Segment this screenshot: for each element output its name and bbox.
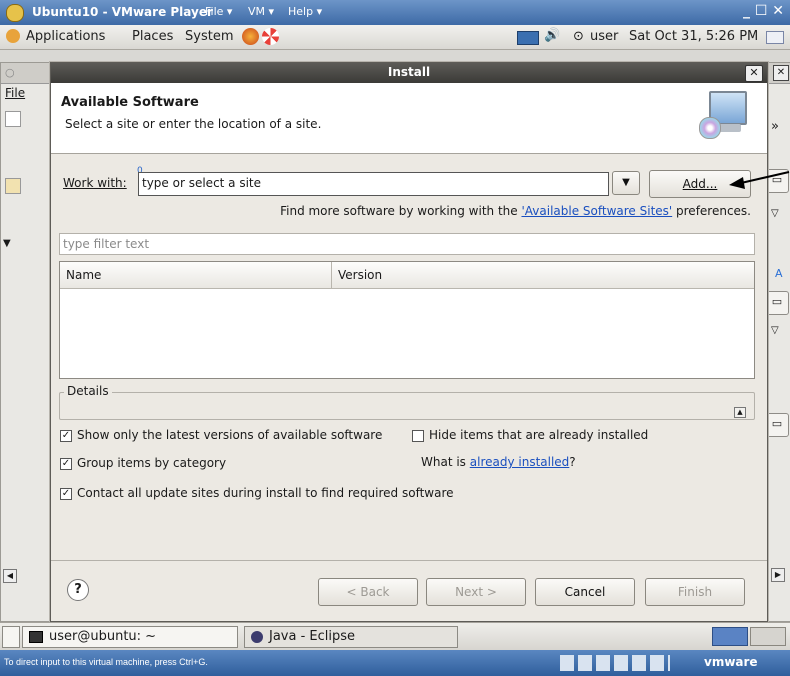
firefox-launcher-icon[interactable] bbox=[242, 28, 259, 45]
eclipse-scroll-right-icon[interactable]: ▶ bbox=[771, 568, 785, 582]
user-status-icon[interactable]: ⊙ bbox=[573, 29, 584, 44]
filter-field[interactable]: type filter text bbox=[59, 233, 755, 255]
cancel-button[interactable]: Cancel bbox=[535, 578, 635, 606]
menu-places[interactable]: Places bbox=[132, 29, 173, 44]
taskbar-item-eclipse-label: Java - Eclipse bbox=[269, 629, 356, 644]
work-with-combo[interactable]: type or select a site bbox=[138, 172, 609, 196]
table-header: Name Version bbox=[60, 262, 754, 289]
find-more-text: Find more software by working with the '… bbox=[251, 204, 751, 218]
latest-versions-checkbox[interactable]: ✓ bbox=[60, 430, 72, 442]
eclipse-view-menu-icon-2[interactable]: ▽ bbox=[771, 325, 779, 336]
dialog-header: Available Software Select a site or ente… bbox=[51, 83, 767, 154]
available-software-sites-link[interactable]: 'Available Software Sites' bbox=[521, 204, 672, 218]
menu-system[interactable]: System bbox=[185, 29, 233, 44]
vmware-logo: vmware bbox=[704, 655, 758, 669]
software-table[interactable]: Name Version bbox=[59, 261, 755, 379]
eclipse-view-restore-button[interactable]: ▭ bbox=[765, 413, 789, 437]
dialog-title-bar: Install ✕ bbox=[51, 63, 767, 83]
network-icon[interactable] bbox=[517, 31, 539, 45]
gnome-foot-icon bbox=[6, 29, 20, 43]
latest-versions-label[interactable]: Show only the latest versions of availab… bbox=[77, 428, 382, 442]
eclipse-tree-expand-icon[interactable]: ▼ bbox=[3, 238, 11, 249]
vmware-status-bar: To direct input to this virtual machine,… bbox=[0, 650, 790, 676]
contact-sites-label[interactable]: Contact all update sites during install … bbox=[77, 486, 454, 500]
vmware-window-title: Ubuntu10 - VMware Player bbox=[32, 5, 213, 19]
device-icons[interactable] bbox=[560, 655, 670, 671]
volume-icon[interactable]: 🔊 bbox=[544, 28, 560, 43]
add-site-button-label: Add... bbox=[682, 177, 718, 191]
vmware-menu-file[interactable]: File ▾ bbox=[205, 5, 232, 18]
terminal-icon bbox=[29, 630, 43, 643]
eclipse-outline-a-icon[interactable]: A bbox=[775, 267, 783, 280]
header-description: Select a site or enter the location of a… bbox=[65, 117, 322, 131]
gnome-bottom-panel: user@ubuntu: ~ Java - Eclipse bbox=[0, 622, 790, 651]
work-with-input[interactable]: type or select a site bbox=[142, 176, 261, 190]
gnome-top-panel: Applications Places System 🔊 ⊙ user Sat … bbox=[0, 25, 790, 50]
eclipse-side-chevron[interactable]: » bbox=[771, 119, 779, 134]
eclipse-view-maximize-button[interactable]: ▭ bbox=[765, 291, 789, 315]
eclipse-view-menu-icon[interactable]: ▽ bbox=[771, 208, 779, 219]
work-with-label: Work with: bbox=[63, 176, 127, 190]
taskbar-item-terminal[interactable]: user@ubuntu: ~ bbox=[22, 626, 238, 648]
back-button-label: < Back bbox=[346, 585, 390, 599]
user-name[interactable]: user bbox=[590, 29, 618, 44]
group-by-category-label[interactable]: Group items by category bbox=[77, 456, 226, 470]
vmware-menu-help[interactable]: Help ▾ bbox=[288, 5, 322, 18]
vmware-window-controls[interactable]: _ ☐ ✕ bbox=[743, 3, 784, 19]
workspace-switcher[interactable] bbox=[712, 627, 788, 646]
next-button[interactable]: Next > bbox=[426, 578, 526, 606]
back-button[interactable]: < Back bbox=[318, 578, 418, 606]
clock[interactable]: Sat Oct 31, 5:26 PM bbox=[629, 29, 758, 44]
annotation-arrow bbox=[729, 171, 790, 189]
mail-icon[interactable] bbox=[766, 31, 784, 44]
taskbar-item-terminal-label: user@ubuntu: ~ bbox=[49, 629, 157, 644]
show-desktop-button[interactable] bbox=[2, 626, 20, 648]
hide-installed-checkbox[interactable] bbox=[412, 430, 424, 442]
next-button-label: Next > bbox=[455, 585, 497, 599]
eclipse-icon bbox=[251, 630, 263, 643]
eclipse-menu-file[interactable]: File bbox=[5, 86, 25, 100]
column-name[interactable]: Name bbox=[66, 268, 101, 282]
work-with-label-text: Work with: bbox=[63, 176, 127, 190]
finish-button-label: Finish bbox=[677, 585, 713, 599]
column-version[interactable]: Version bbox=[338, 268, 382, 282]
eclipse-toolbar-icon[interactable] bbox=[5, 111, 21, 127]
help-icon[interactable]: ? bbox=[67, 579, 89, 601]
what-is-suffix: ? bbox=[569, 455, 576, 469]
taskbar-item-eclipse[interactable]: Java - Eclipse bbox=[244, 626, 458, 648]
dialog-title: Install bbox=[387, 65, 431, 79]
contact-sites-checkbox[interactable]: ✓ bbox=[60, 488, 72, 500]
already-installed-link[interactable]: already installed bbox=[470, 455, 570, 469]
input-hint: To direct input to this virtual machine,… bbox=[4, 657, 208, 667]
footer-separator bbox=[51, 560, 767, 561]
eclipse-close-button[interactable]: ✕ bbox=[773, 65, 789, 81]
column-divider bbox=[331, 262, 332, 288]
vmware-menu-vm[interactable]: VM ▾ bbox=[248, 5, 274, 18]
find-more-suffix: preferences. bbox=[672, 204, 751, 218]
finish-button[interactable]: Finish bbox=[645, 578, 745, 606]
header-title: Available Software bbox=[61, 95, 199, 110]
details-scroll-up-icon[interactable]: ▲ bbox=[734, 407, 746, 418]
menu-applications[interactable]: Applications bbox=[26, 29, 105, 44]
what-is-installed-text: What is already installed? bbox=[421, 455, 576, 469]
vmware-app-icon bbox=[6, 4, 24, 22]
group-by-category-checkbox[interactable]: ✓ bbox=[60, 458, 72, 470]
eclipse-package-icon[interactable] bbox=[5, 178, 21, 194]
eclipse-scroll-left-icon[interactable]: ◀ bbox=[3, 569, 17, 583]
details-group: Details ▲ bbox=[59, 384, 755, 420]
what-is-prefix: What is bbox=[421, 455, 470, 469]
cancel-button-label: Cancel bbox=[564, 585, 606, 599]
help-launcher-icon[interactable] bbox=[262, 28, 279, 45]
install-dialog: Install ✕ Available Software Select a si… bbox=[50, 62, 768, 622]
details-label: Details bbox=[64, 384, 112, 398]
computer-cd-icon bbox=[699, 91, 747, 141]
eclipse-close-icon[interactable]: ○ bbox=[5, 66, 15, 79]
hide-installed-label[interactable]: Hide items that are already installed bbox=[429, 428, 648, 442]
work-with-dropdown-button[interactable]: ▼ bbox=[612, 171, 640, 195]
dialog-close-button[interactable]: ✕ bbox=[745, 65, 763, 82]
vmware-title-bar: Ubuntu10 - VMware Player File ▾ VM ▾ Hel… bbox=[0, 0, 790, 25]
filter-input[interactable]: type filter text bbox=[63, 237, 149, 251]
find-more-prefix: Find more software by working with the bbox=[280, 204, 522, 218]
